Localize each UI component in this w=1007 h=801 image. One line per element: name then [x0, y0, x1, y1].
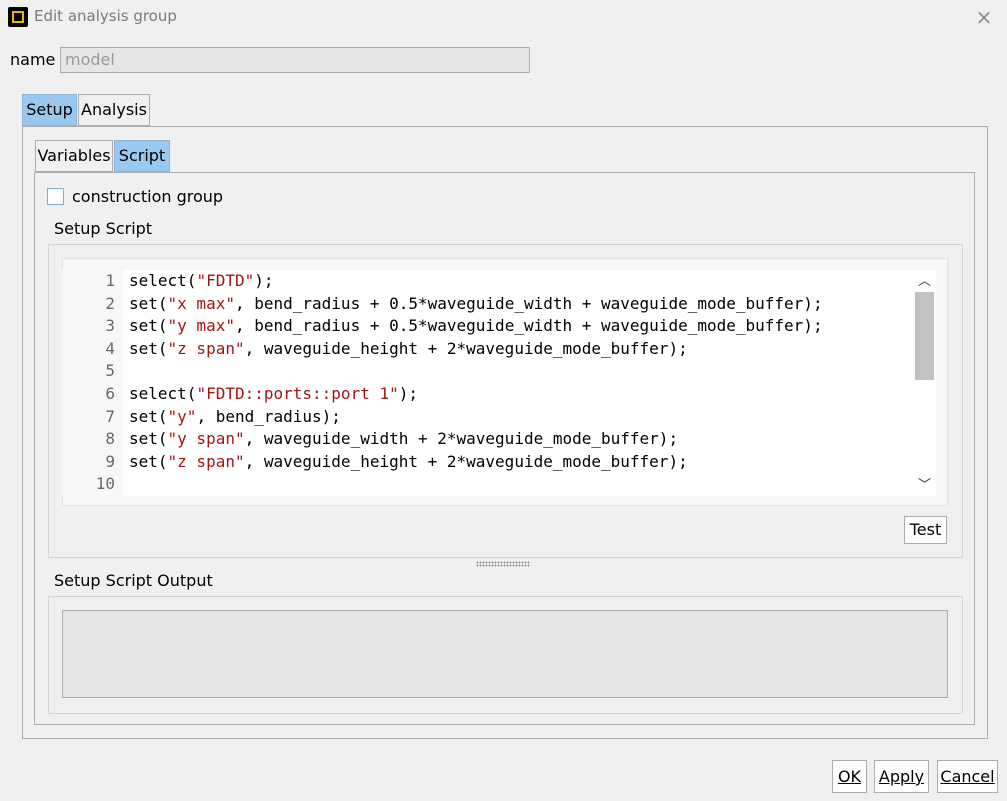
chevron-up-icon[interactable]: ︿ — [913, 272, 936, 292]
line-number: 8 — [105, 429, 115, 449]
construction-group-checkbox[interactable] — [47, 188, 64, 205]
tab-script[interactable]: Script — [114, 140, 170, 172]
cancel-button-label: Cancel — [940, 767, 995, 786]
code-token: ); — [254, 271, 274, 290]
tab-variables[interactable]: Variables — [35, 140, 113, 172]
line-number: 6 — [105, 383, 115, 403]
code-string-token: "y span" — [167, 429, 245, 449]
code-token: set( — [129, 293, 168, 313]
code-token: select( — [129, 271, 197, 290]
code-line: set("x max", bend_radius + 0.5*waveguide… — [129, 293, 913, 316]
test-button[interactable]: Test — [904, 516, 947, 544]
apply-button[interactable]: Apply — [874, 760, 929, 793]
line-number: 2 — [105, 293, 115, 313]
title-bar: Edit analysis group × — [0, 0, 1007, 35]
code-string-token: "z span" — [167, 451, 245, 471]
code-line: select("FDTD::ports::port 1"); — [129, 383, 913, 406]
code-token: , bend_radius); — [196, 406, 341, 426]
code-string-token: "FDTD::ports::port 1" — [196, 383, 399, 403]
code-token: set( — [129, 451, 168, 471]
code-string-token: "y" — [167, 406, 197, 426]
code-line: set("y max", bend_radius + 0.5*waveguide… — [129, 315, 913, 338]
ok-button-label: OK — [837, 767, 862, 786]
code-token: set( — [129, 316, 168, 336]
window-title: Edit analysis group — [34, 7, 177, 25]
line-number: 1 — [105, 271, 115, 290]
tab-analysis[interactable]: Analysis — [78, 94, 150, 126]
setup-script-output-label: Setup Script Output — [54, 571, 213, 590]
line-number: 4 — [105, 338, 115, 358]
tab-setup[interactable]: Setup — [22, 94, 77, 126]
line-number: 3 — [105, 316, 115, 336]
line-number: 9 — [105, 451, 115, 471]
code-string-token: "z span" — [167, 338, 245, 358]
code-token: ); — [398, 383, 418, 403]
name-field[interactable]: model — [60, 47, 530, 73]
code-token: select( — [129, 383, 197, 403]
code-string-token: "x max" — [167, 293, 235, 313]
code-line: set("z span", waveguide_height + 2*waveg… — [129, 451, 913, 474]
line-number: 7 — [105, 406, 115, 426]
code-token: set( — [129, 338, 168, 358]
close-icon[interactable]: × — [971, 4, 997, 30]
code-line: set("y", bend_radius); — [129, 406, 913, 429]
apply-button-label: Apply — [878, 767, 925, 786]
editor-scrollbar[interactable]: ︿ ﹀ — [913, 270, 936, 496]
code-token: , waveguide_height + 2*waveguide_mode_bu… — [244, 451, 688, 471]
construction-group-label: construction group — [72, 187, 224, 206]
code-string-token: "FDTD" — [196, 271, 255, 290]
code-token: set( — [129, 406, 168, 426]
line-number-gutter: 1 2 3 4 5 6 7 8 9 10 — [62, 270, 123, 496]
code-token: , waveguide_height + 2*waveguide_mode_bu… — [244, 338, 688, 358]
code-token: , waveguide_width + 2*waveguide_mode_buf… — [244, 429, 679, 449]
setup-script-output-box — [62, 610, 948, 698]
code-token: set( — [129, 429, 168, 449]
app-logo-icon — [8, 7, 28, 27]
chevron-down-icon[interactable]: ﹀ — [913, 476, 936, 496]
code-line: set("z span", waveguide_height + 2*waveg… — [129, 338, 913, 361]
code-token: , bend_radius + 0.5*waveguide_width + wa… — [234, 316, 823, 336]
splitter-handle[interactable] — [476, 561, 530, 567]
code-token: , bend_radius + 0.5*waveguide_width + wa… — [234, 293, 823, 313]
line-number: 5 — [105, 361, 115, 381]
setup-script-label: Setup Script — [54, 219, 153, 238]
line-number: 10 — [95, 474, 115, 494]
cancel-button[interactable]: Cancel — [937, 760, 998, 793]
ok-button[interactable]: OK — [832, 760, 867, 793]
name-label: name — [10, 50, 56, 69]
script-code-area[interactable]: select("FDTD"); set("x max", bend_radius … — [123, 270, 913, 496]
code-line: set("y span", waveguide_width + 2*wavegu… — [129, 428, 913, 451]
code-line: select("FDTD"); — [129, 270, 913, 293]
scrollbar-thumb[interactable] — [915, 292, 934, 380]
code-string-token: "y max" — [167, 316, 235, 336]
